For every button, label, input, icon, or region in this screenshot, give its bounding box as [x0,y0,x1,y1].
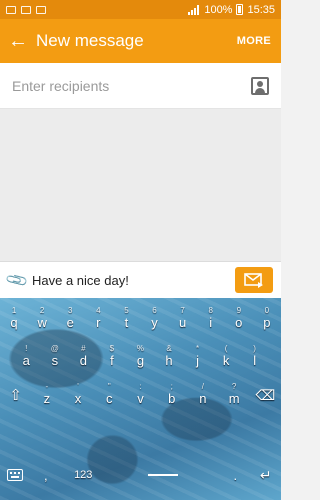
key[interactable]: 0p [254,306,280,332]
key[interactable]: 1q [1,306,27,332]
key[interactable]: :v [127,382,153,408]
shift-key[interactable]: ⇧ [3,382,29,408]
app-bar: ← New message MORE [0,19,281,63]
voicemail-icon [6,5,16,14]
key[interactable]: 6y [142,306,168,332]
message-input[interactable]: Have a nice day! [32,273,129,288]
space-key[interactable] [108,461,218,489]
image-icon [21,5,31,14]
backspace-key[interactable]: ⌫ [252,382,278,408]
page-title: New message [36,31,144,50]
keyboard-switch-icon[interactable] [2,461,28,489]
message-composer: 📎 Have a nice day! [0,261,281,298]
key[interactable]: ' x [65,382,91,408]
battery-level: 100% [204,3,233,16]
key[interactable]: ? m [221,382,247,408]
gallery-icon [36,5,46,14]
battery-icon [236,4,244,15]
key[interactable]: @ s [42,344,68,370]
notification-icons [6,5,46,14]
arrow-left-icon[interactable]: ← [0,19,36,63]
key[interactable]: & h [156,344,182,370]
key[interactable]: 7u [170,306,196,332]
keyboard-row-4: , 123 . ↵ [0,461,281,489]
clock: 15:35 [247,3,275,16]
signal-icon [188,4,200,15]
key[interactable]: * j [185,344,211,370]
key[interactable]: (k [213,344,239,370]
key[interactable]: 2w [29,306,55,332]
key[interactable]: ) l [242,344,268,370]
numbers-key[interactable]: 123 [63,461,103,489]
enter-key[interactable]: ↵ [253,461,279,489]
recipients-field[interactable]: Enter recipients [0,63,281,109]
contact-picker-icon[interactable] [251,76,269,95]
key[interactable]: ; b [159,382,185,408]
key[interactable]: " c [96,382,122,408]
key[interactable]: 3e [57,306,83,332]
key[interactable]: # d [70,344,96,370]
comma-key[interactable]: , [33,461,59,489]
more-button[interactable]: MORE [237,35,271,47]
key[interactable]: 8i [198,306,224,332]
key[interactable]: -z [34,382,60,408]
period-key[interactable]: . [222,461,248,489]
keyboard-row-1: 1q 2w 3e 4r 5t 6y 7u 8i 9o 0p [0,306,281,332]
key[interactable]: ! a [13,344,39,370]
key[interactable]: 5t [113,306,139,332]
keyboard-row-3: ⇧ -z ' x " c :v ; b / n ? m ⌫ [0,382,281,408]
send-button[interactable] [235,267,273,293]
key[interactable]: / n [190,382,216,408]
key[interactable]: % g [127,344,153,370]
status-bar: 100% 15:35 [0,0,281,19]
conversation-area [0,109,281,261]
key[interactable]: $ f [99,344,125,370]
key[interactable]: 9o [226,306,252,332]
keyboard: 1q 2w 3e 4r 5t 6y 7u 8i 9o 0p ! a @ s # d $… [0,298,281,500]
paperclip-icon[interactable]: 📎 [4,267,30,293]
send-envelope-icon [244,272,263,288]
keyboard-row-2: ! a @ s # d $ f % g & h * j (k ) l [0,344,281,370]
recipients-placeholder[interactable]: Enter recipients [12,78,109,94]
key[interactable]: 4r [85,306,111,332]
